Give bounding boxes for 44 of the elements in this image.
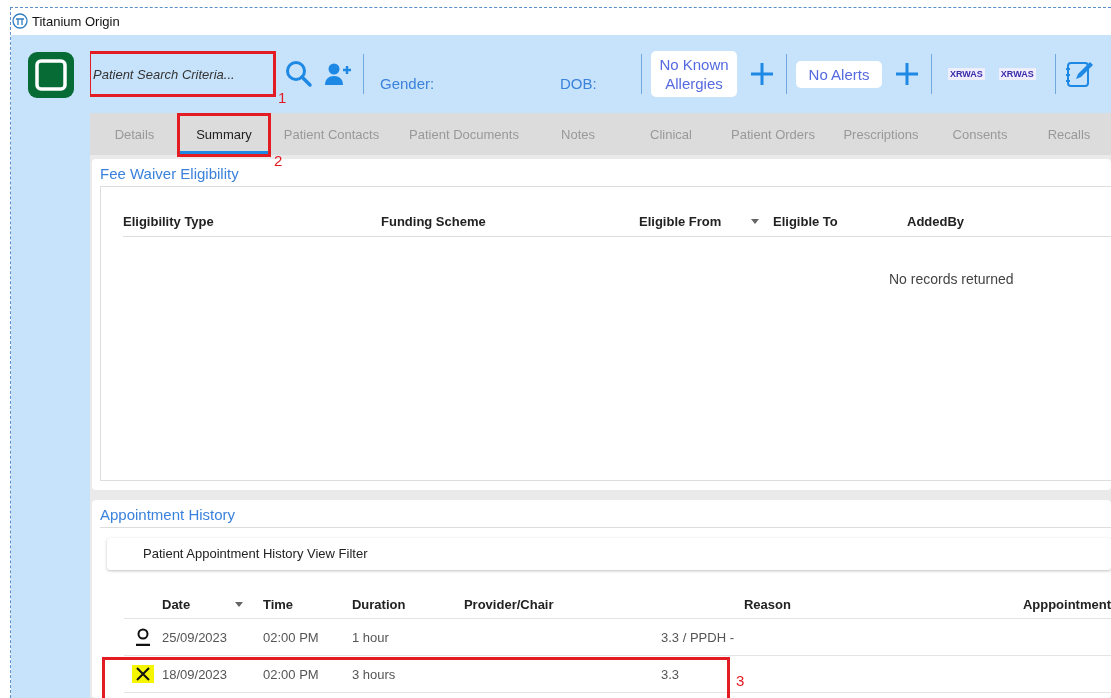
column-header[interactable]: Date [162, 597, 191, 612]
table-cell-text: 02:00 PM [263, 629, 320, 645]
status-badge: XRWAS [998, 68, 1036, 80]
column-header[interactable]: Provider/Chair [463, 597, 554, 612]
empty-message: No records returned [889, 271, 1015, 287]
table-cell: 3.3 / PPDH - [661, 629, 734, 645]
cancelled-x-icon [132, 665, 154, 683]
section-title: Appointment History [100, 506, 237, 523]
column-header[interactable]: Apppointment [1022, 597, 1111, 612]
table-cell: 3.3 [661, 666, 680, 682]
table-cell-text: 3 hours [352, 666, 397, 682]
alerts-button[interactable]: No Alerts [796, 60, 882, 88]
table-cell-text: 02:00 PM [263, 666, 320, 682]
filter-bar[interactable]: Patient Appointment History View Filter [107, 538, 1111, 570]
column-header[interactable]: Time [263, 597, 294, 612]
status-badge: XRWAS [948, 68, 985, 80]
person-icon [135, 628, 151, 646]
app-icon[interactable] [27, 52, 74, 98]
sort-caret-icon[interactable] [751, 219, 759, 224]
table-cell-text: 1 hour [352, 629, 390, 645]
column-header[interactable]: Funding Scheme [381, 214, 486, 229]
add-icon[interactable] [750, 62, 774, 86]
notebook-edit-icon[interactable] [1064, 60, 1093, 88]
add-icon[interactable] [895, 62, 919, 86]
annotation-number: 1 [278, 89, 287, 106]
add-person-icon[interactable] [325, 62, 351, 86]
allergies-button[interactable]: No Known Allergies [651, 51, 737, 97]
column-header[interactable]: Eligible To [773, 214, 838, 229]
column-header[interactable]: Eligibility Type [123, 214, 214, 229]
annotation-number: 3 [736, 672, 745, 689]
app-logo-icon [12, 13, 28, 29]
section-title: Fee Waiver Eligibility [100, 165, 240, 182]
column-header[interactable]: Duration [351, 597, 406, 612]
table-cell-text: 18/09/2023 [162, 666, 229, 682]
sort-caret-icon[interactable] [235, 602, 243, 607]
column-header[interactable]: Eligible From [639, 214, 722, 229]
dob-label: DOB: [560, 74, 598, 92]
table-cell-text: 25/09/2023 [162, 629, 229, 645]
gender-label: Gender: [380, 74, 436, 92]
search-icon[interactable] [285, 60, 313, 88]
column-header[interactable]: Reason [743, 597, 791, 612]
column-header[interactable]: AddedBy [907, 214, 965, 229]
window-title: Titanium Origin [32, 13, 120, 29]
annotation-number: 2 [274, 152, 283, 169]
